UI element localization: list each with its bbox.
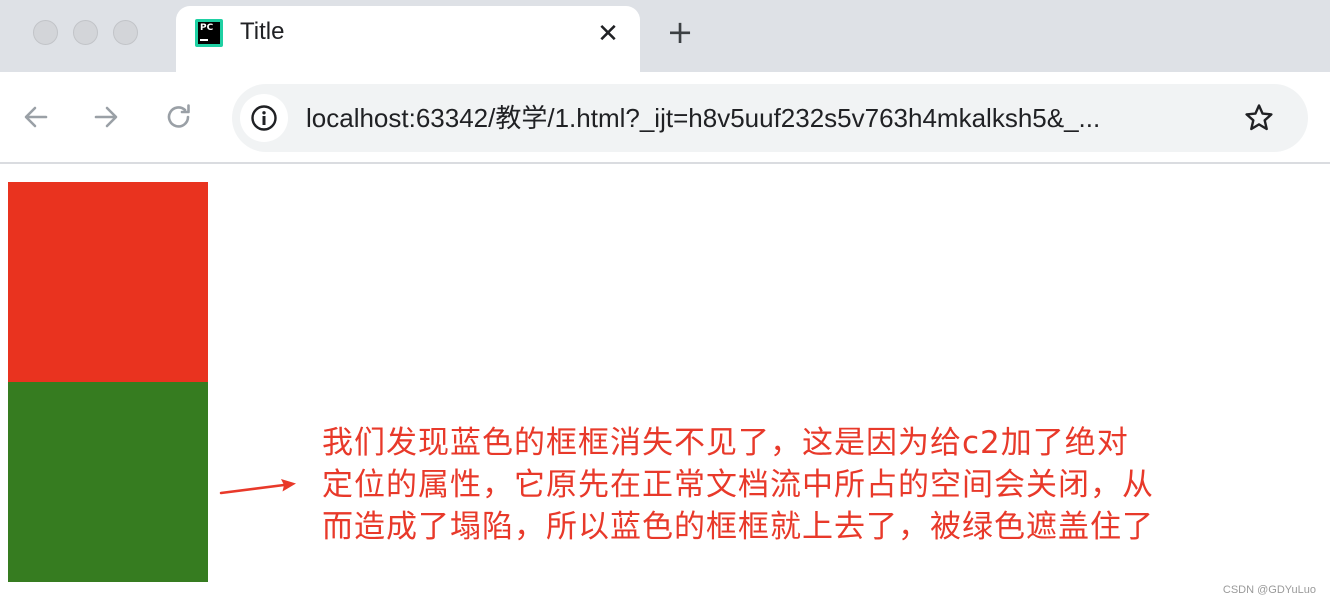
tab-title[interactable]: PC Title ✕ xyxy=(176,6,640,72)
pycharm-icon: PC xyxy=(195,19,223,47)
reload-icon xyxy=(167,104,190,128)
arrow-icon xyxy=(219,479,296,495)
red-box-c1 xyxy=(8,182,208,382)
browser-toolbar: localhost:63342/教学/1.html?_ijt=h8v5uuf23… xyxy=(0,72,1330,164)
arrow-right-icon xyxy=(94,106,118,128)
new-tab-button[interactable]: + xyxy=(664,16,696,48)
annotation-line: 我们发现蓝色的框框消失不见了，这是因为给c2加了绝对 xyxy=(322,425,1129,461)
window-maximize-button[interactable] xyxy=(113,20,138,45)
annotation-line: 而造成了塌陷，所以蓝色的框框就上去了，被绿色遮盖住了 xyxy=(322,509,1154,545)
favicon-text: PC xyxy=(198,22,220,44)
tab-title-label: Title xyxy=(240,18,285,45)
star-icon xyxy=(1245,104,1273,131)
window-minimize-button[interactable] xyxy=(73,20,98,45)
forward-button[interactable] xyxy=(89,100,123,134)
arrow-left-icon xyxy=(24,106,48,128)
bookmark-button[interactable] xyxy=(1242,101,1276,135)
watermark: CSDN @GDYuLuo xyxy=(1222,584,1316,596)
address-bar[interactable]: localhost:63342/教学/1.html?_ijt=h8v5uuf23… xyxy=(232,84,1308,152)
info-icon xyxy=(251,105,277,131)
url-text[interactable]: localhost:63342/教学/1.html?_ijt=h8v5uuf23… xyxy=(306,102,1236,134)
annotation-line: 定位的属性，它原先在正常文档流中所占的空间会关闭，从 xyxy=(322,467,1154,503)
reload-button[interactable] xyxy=(162,100,196,134)
site-info-button[interactable] xyxy=(240,94,288,142)
window-close-button[interactable] xyxy=(33,20,58,45)
annotation-text: 我们发现蓝色的框框消失不见了，这是因为给c2加了绝对 定位的属性，它原先在正常文… xyxy=(322,422,1312,548)
back-button[interactable] xyxy=(19,100,53,134)
tab-strip: PC Title ✕ + xyxy=(0,0,1330,72)
close-icon[interactable]: ✕ xyxy=(594,20,622,48)
page-viewport: 我们发现蓝色的框框消失不见了，这是因为给c2加了绝对 定位的属性，它原先在正常文… xyxy=(0,166,1330,604)
green-box-c3 xyxy=(8,382,208,582)
